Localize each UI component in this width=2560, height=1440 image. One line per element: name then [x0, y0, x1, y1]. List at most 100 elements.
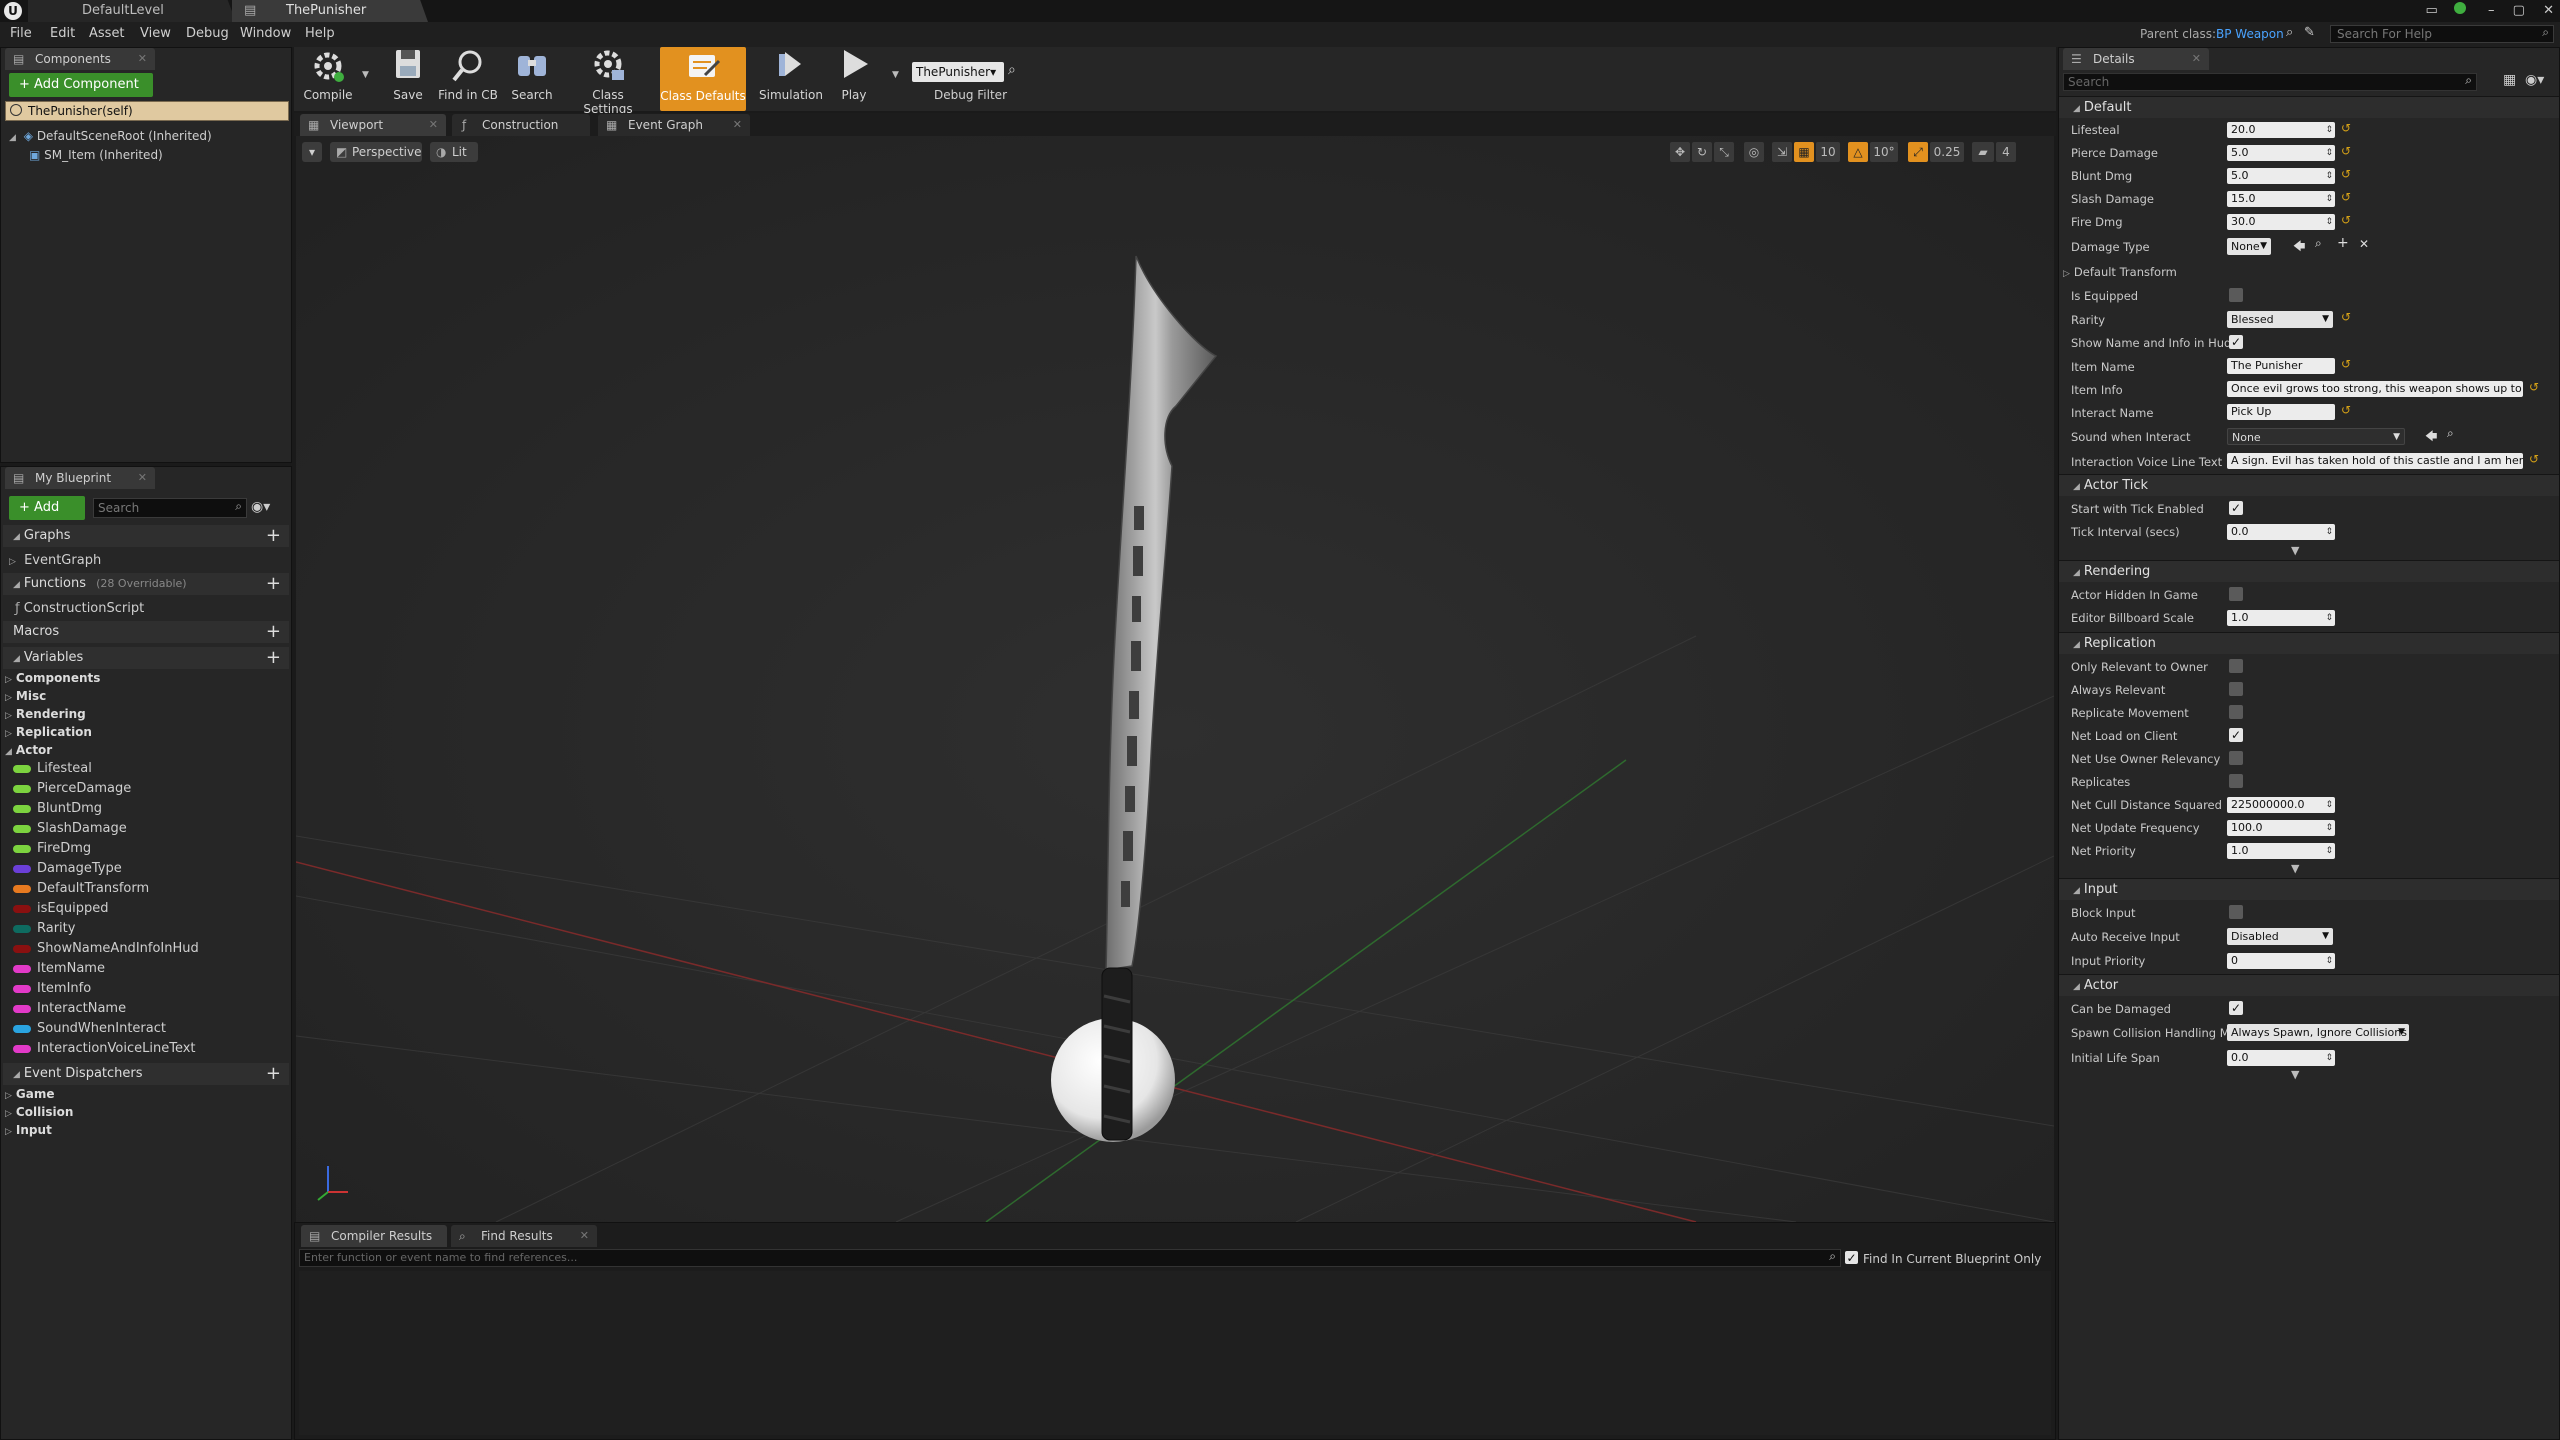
dispatcher-category-collision[interactable]: ▷ Collision	[5, 1105, 73, 1119]
tree-item-default-scene-root[interactable]: ◢ ◈ DefaultSceneRoot (Inherited)	[9, 129, 212, 143]
initial-life-span-field[interactable]: 0.0 ⇕	[2227, 1050, 2335, 1066]
reset-to-default-icon[interactable]: ↺	[2341, 167, 2351, 181]
fire-dmg-field[interactable]: 30.0 ⇕	[2227, 214, 2335, 230]
close-tab-icon[interactable]: ✕	[429, 114, 438, 136]
add-component-button[interactable]: + Add Component ▾	[9, 73, 153, 116]
can-be-damaged-checkbox[interactable]: ✓	[2229, 1001, 2243, 1015]
event-dispatchers-section[interactable]: ◢ Event Dispatchers +	[3, 1063, 289, 1085]
variable-item[interactable]: isEquipped	[13, 901, 108, 916]
always-relevant-checkbox[interactable]	[2229, 682, 2243, 696]
var-category-rendering[interactable]: ▷ Rendering	[5, 707, 86, 721]
help-search-input[interactable]: Search For Help ⌕	[2330, 25, 2554, 43]
play-options-arrow-icon[interactable]: ▼	[892, 70, 899, 80]
rarity-dropdown[interactable]: Blessed ▼	[2227, 311, 2333, 328]
menu-debug[interactable]: Debug	[186, 26, 229, 41]
tab-viewport[interactable]: ▦ Viewport ✕	[300, 114, 446, 136]
variable-item[interactable]: ItemInfo	[13, 981, 91, 996]
add-new-button[interactable]: + Add New ▾	[9, 496, 85, 539]
reset-to-default-icon[interactable]: ↺	[2529, 452, 2539, 466]
reset-to-default-icon[interactable]: ↺	[2341, 190, 2351, 204]
add-function-icon[interactable]: +	[266, 573, 281, 595]
browse-icon[interactable]: ⌕	[2447, 426, 2454, 441]
input-priority-field[interactable]: 0 ⇕	[2227, 953, 2335, 969]
find-references-input[interactable]: Enter function or event name to find ref…	[299, 1249, 1841, 1267]
camera-speed-icon[interactable]: ▰	[1972, 142, 1994, 162]
simulation-button[interactable]: Simulation	[756, 46, 826, 108]
actor-section[interactable]: ◢ Actor	[2059, 974, 2559, 996]
use-selected-icon[interactable]: 🡄	[2293, 237, 2305, 258]
variable-item[interactable]: BluntDmg	[13, 801, 102, 816]
compile-button[interactable]: Compile	[300, 46, 356, 108]
use-selected-icon[interactable]: 🡄	[2425, 427, 2437, 448]
expand-arrow-icon[interactable]: ◢	[9, 133, 16, 143]
search-button[interactable]: Search	[508, 46, 556, 108]
rotation-snap-icon[interactable]: △	[1848, 142, 1868, 162]
reset-to-default-icon[interactable]: ↺	[2341, 213, 2351, 227]
item-name-field[interactable]: The Punisher	[2227, 358, 2335, 374]
lifesteal-field[interactable]: 20.0 ⇕	[2227, 122, 2335, 138]
net-update-frequency-field[interactable]: 100.0 ⇕	[2227, 820, 2335, 836]
play-button[interactable]: Play	[832, 46, 876, 108]
menu-file[interactable]: File	[10, 26, 32, 41]
menu-asset[interactable]: Asset	[89, 26, 125, 41]
variable-item[interactable]: Lifesteal	[13, 761, 92, 776]
world-local-icon[interactable]: ◎	[1744, 142, 1764, 162]
details-search-input[interactable]: Search ⌕	[2063, 73, 2477, 91]
menu-view[interactable]: View	[140, 26, 171, 41]
replicate-movement-checkbox[interactable]	[2229, 705, 2243, 719]
tab-construction-script[interactable]: ƒ Construction Script	[452, 114, 590, 154]
rotation-snap-value[interactable]: 10°	[1870, 142, 1898, 162]
menu-help[interactable]: Help	[305, 26, 335, 41]
viewport[interactable]: ▾ ◩ Perspective ◑ Lit ✥ ↻ ⤡ ◎ ⇲ ▦ 10 △ 1…	[296, 136, 2054, 1222]
var-category-replication[interactable]: ▷ Replication	[5, 725, 92, 739]
replication-section[interactable]: ◢ Replication	[2059, 632, 2559, 654]
variable-item[interactable]: InteractName	[13, 1001, 126, 1016]
blunt-dmg-field[interactable]: 5.0 ⇕	[2227, 168, 2335, 184]
tab-find-results[interactable]: ⌕ Find Results ✕	[451, 1225, 597, 1247]
add-icon[interactable]: +	[2337, 235, 2349, 251]
variables-section[interactable]: ◢ Variables +	[3, 647, 289, 669]
advanced-expand-icon[interactable]: ▼	[2291, 1068, 2299, 1081]
billboard-scale-field[interactable]: 1.0 ⇕	[2227, 610, 2335, 626]
maximize-icon[interactable]: ▢	[2513, 3, 2525, 18]
rotate-tool-icon[interactable]: ↻	[1692, 142, 1712, 162]
actor-tick-section[interactable]: ◢ Actor Tick	[2059, 474, 2559, 496]
functions-section[interactable]: ◢ Functions (28 Overridable) +	[3, 573, 289, 595]
variable-item[interactable]: DefaultTransform	[13, 881, 149, 896]
voice-line-field[interactable]: A sign. Evil has taken hold of this cast…	[2227, 453, 2523, 469]
net-priority-field[interactable]: 1.0 ⇕	[2227, 843, 2335, 859]
advanced-expand-icon[interactable]: ▼	[2291, 544, 2299, 557]
pierce-damage-field[interactable]: 5.0 ⇕	[2227, 145, 2335, 161]
add-variable-icon[interactable]: +	[266, 647, 281, 669]
reset-to-default-icon[interactable]: ↺	[2529, 380, 2539, 394]
edit-parent-icon[interactable]: ✎	[2304, 25, 2315, 40]
var-category-misc[interactable]: ▷ Misc	[5, 689, 46, 703]
close-tab-icon[interactable]: ✕	[733, 114, 742, 136]
close-tab-icon[interactable]: ✕	[580, 1225, 589, 1247]
is-equipped-checkbox[interactable]	[2229, 288, 2243, 302]
show-name-checkbox[interactable]: ✓	[2229, 335, 2243, 349]
dispatcher-category-game[interactable]: ▷ Game	[5, 1087, 55, 1101]
default-transform-row[interactable]: ▷ Default Transform	[2063, 265, 2177, 279]
scale-snap-value[interactable]: 0.25	[1930, 142, 1964, 162]
expand-arrow-icon[interactable]: ▷	[9, 557, 16, 567]
variable-item[interactable]: PierceDamage	[13, 781, 131, 796]
advanced-expand-icon[interactable]: ▼	[2291, 862, 2299, 875]
property-matrix-icon[interactable]: ▦	[2503, 72, 2516, 88]
browse-icon[interactable]: ⌕	[2315, 236, 2322, 251]
net-owner-relevancy-checkbox[interactable]	[2229, 751, 2243, 765]
variable-item[interactable]: SoundWhenInteract	[13, 1021, 166, 1036]
debug-object-dropdown[interactable]: ThePunisher▾	[912, 62, 1004, 82]
lit-button[interactable]: ◑ Lit	[430, 142, 478, 162]
viewport-options-button[interactable]: ▾	[302, 142, 322, 162]
variable-item[interactable]: FireDmg	[13, 841, 91, 856]
variable-item[interactable]: InteractionVoiceLineText	[13, 1041, 196, 1056]
graphs-section[interactable]: ◢ Graphs +	[3, 525, 289, 547]
tab-details[interactable]: ☰ Details ✕	[2063, 48, 2209, 70]
tab-components[interactable]: ▤ Components ✕	[5, 48, 155, 70]
scale-tool-icon[interactable]: ⤡	[1714, 142, 1734, 162]
minimize-icon[interactable]: –	[2488, 3, 2495, 18]
reset-to-default-icon[interactable]: ↺	[2341, 403, 2351, 417]
reset-to-default-icon[interactable]: ↺	[2341, 144, 2351, 158]
sound-when-interact-dropdown[interactable]: None ▼	[2227, 428, 2405, 445]
